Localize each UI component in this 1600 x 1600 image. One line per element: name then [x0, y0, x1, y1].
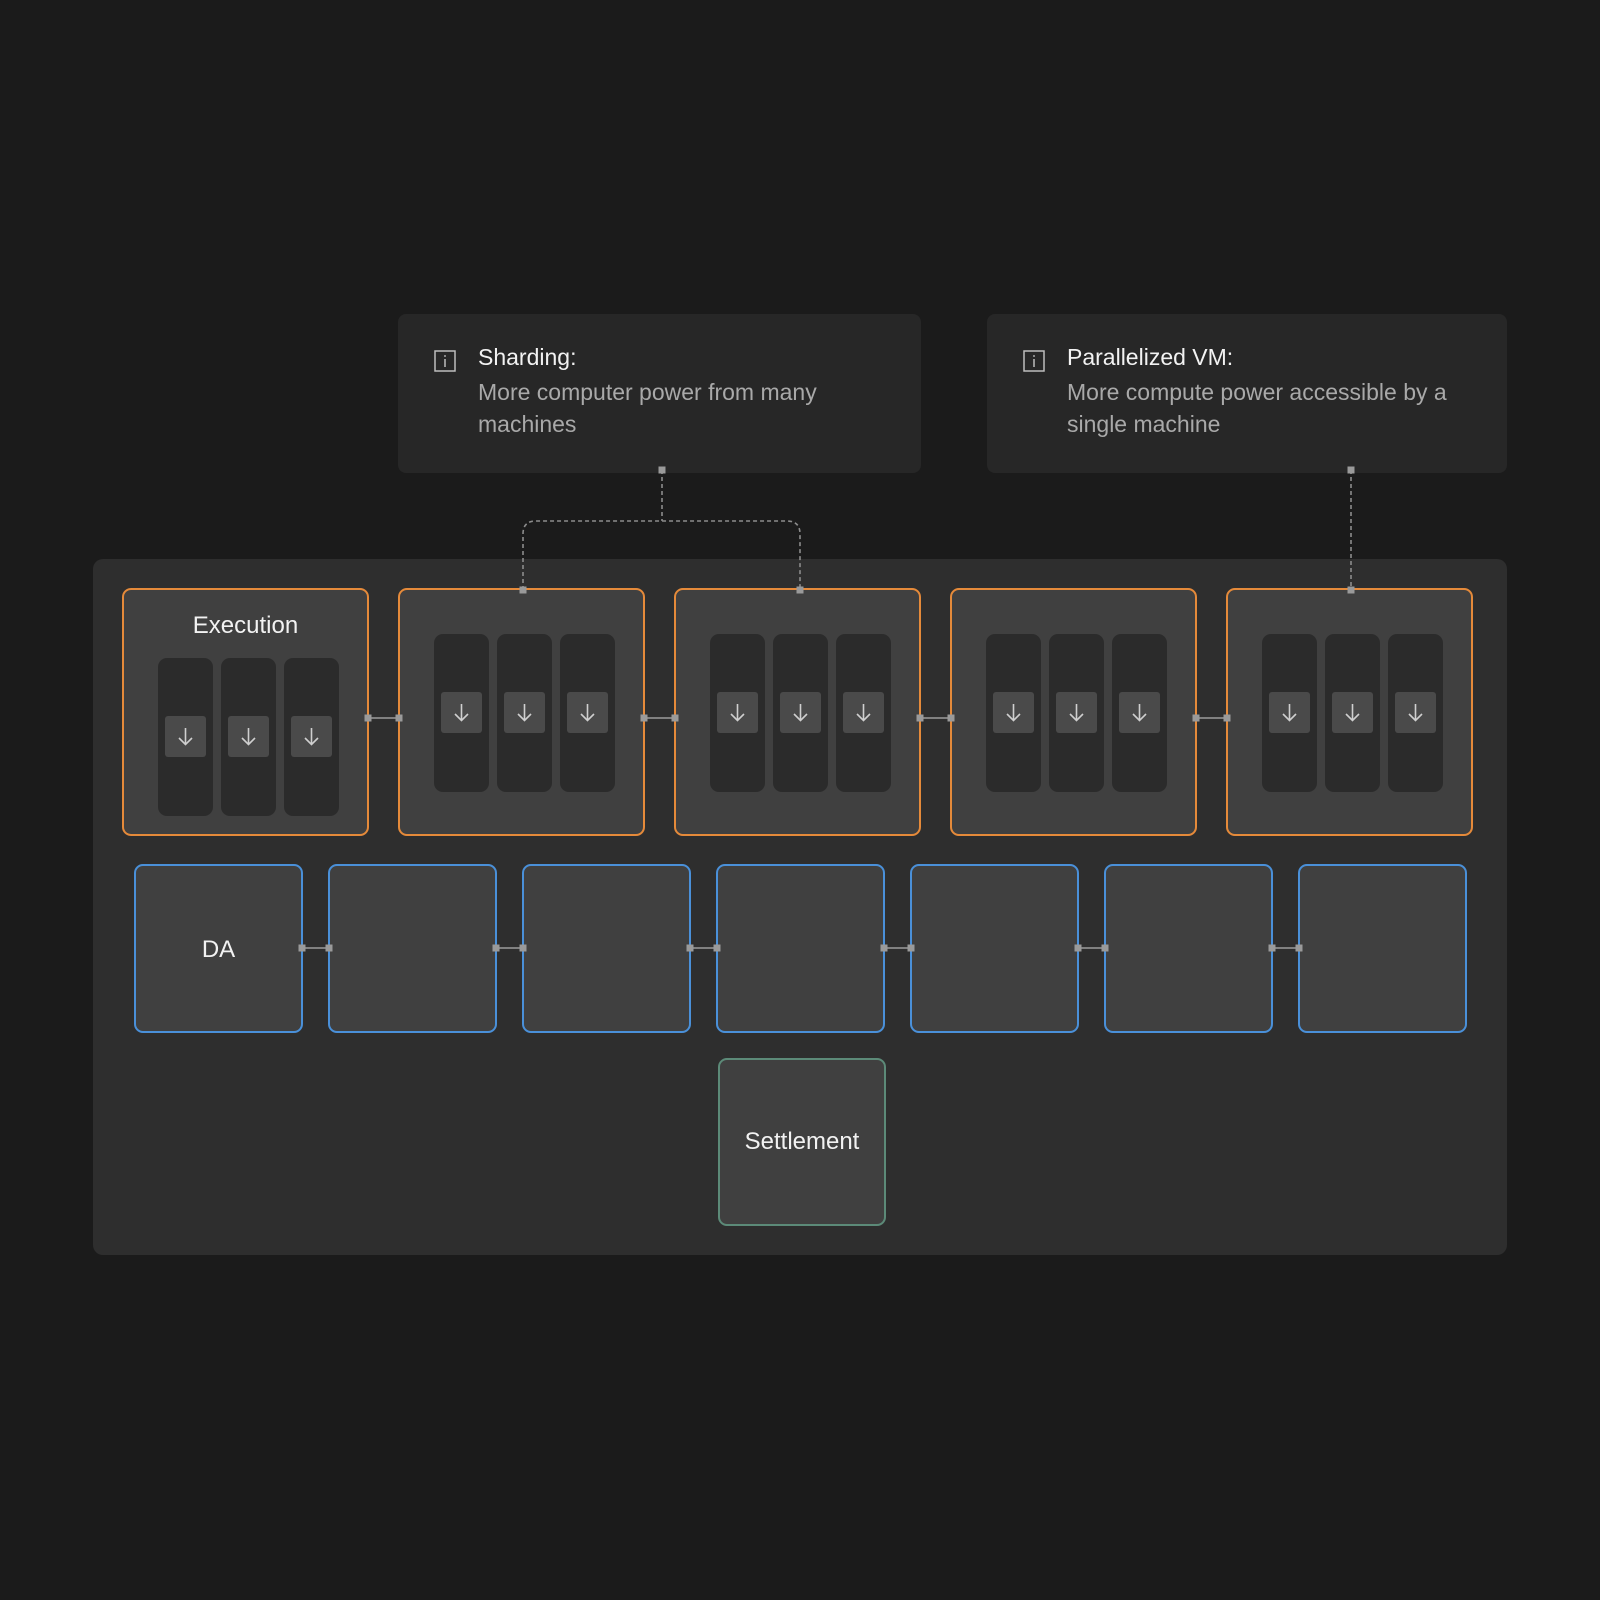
arrow-down-icon: [1006, 704, 1021, 722]
da-block: [1104, 864, 1273, 1033]
sharding-description: More computer power from many machines: [478, 379, 817, 437]
transaction-tile: [1056, 692, 1097, 733]
arrow-down-icon: [793, 704, 808, 722]
transaction-tile: [1269, 692, 1310, 733]
parallel-vm-callout: Parallelized VM: More compute power acce…: [987, 314, 1507, 473]
da-label: DA: [201, 936, 236, 963]
execution-lane: [1325, 634, 1380, 792]
execution-lane: [1388, 634, 1443, 792]
arrow-down-icon: [856, 704, 871, 722]
execution-lane: [497, 634, 552, 792]
transaction-tile: [993, 692, 1034, 733]
transaction-tile: [441, 692, 482, 733]
arrow-down-icon: [241, 728, 256, 746]
transaction-tile: [1395, 692, 1436, 733]
execution-lane: [560, 634, 615, 792]
execution-lane: [773, 634, 828, 792]
settlement-block: Settlement: [718, 1058, 886, 1226]
arrow-down-icon: [730, 704, 745, 722]
sharding-callout: Sharding: More computer power from many …: [398, 314, 921, 473]
transaction-tile: [165, 716, 206, 757]
transaction-tile: [843, 692, 884, 733]
execution-lane: [1262, 634, 1317, 792]
execution-lane: [284, 658, 339, 816]
da-block: [716, 864, 885, 1033]
arrow-down-icon: [1132, 704, 1147, 722]
transaction-tile: [504, 692, 545, 733]
arrow-down-icon: [178, 728, 193, 746]
arrow-down-icon: [1345, 704, 1360, 722]
arrow-down-icon: [580, 704, 595, 722]
execution-lane: [221, 658, 276, 816]
arrow-down-icon: [1069, 704, 1084, 722]
execution-lane: [1112, 634, 1167, 792]
parallel-vm-description: More compute power accessible by a singl…: [1067, 379, 1447, 437]
execution-label: Execution: [192, 612, 299, 639]
execution-lane: [710, 634, 765, 792]
execution-block: [674, 588, 921, 836]
transaction-tile: [780, 692, 821, 733]
execution-lane: [434, 634, 489, 792]
transaction-tile: [228, 716, 269, 757]
transaction-tile: [1332, 692, 1373, 733]
execution-block: [950, 588, 1197, 836]
da-block: [328, 864, 497, 1033]
execution-lane: [986, 634, 1041, 792]
arrow-down-icon: [1408, 704, 1423, 722]
transaction-tile: [717, 692, 758, 733]
arrow-down-icon: [517, 704, 532, 722]
transaction-tile: [567, 692, 608, 733]
arrow-down-icon: [1282, 704, 1297, 722]
execution-block: [398, 588, 645, 836]
execution-lane: [836, 634, 891, 792]
arrow-down-icon: [454, 704, 469, 722]
sharding-title: Sharding:: [478, 344, 577, 370]
execution-lane: [158, 658, 213, 816]
transaction-tile: [291, 716, 332, 757]
execution-block: Execution: [122, 588, 369, 836]
parallel-vm-title: Parallelized VM:: [1067, 344, 1234, 370]
execution-block: [1226, 588, 1473, 836]
execution-lane: [1049, 634, 1104, 792]
da-block: DA: [134, 864, 303, 1033]
settlement-label: Settlement: [744, 1128, 860, 1155]
info-icon: [1023, 350, 1045, 372]
da-block: [522, 864, 691, 1033]
arrow-down-icon: [304, 728, 319, 746]
transaction-tile: [1119, 692, 1160, 733]
da-block: [1298, 864, 1467, 1033]
da-block: [910, 864, 1079, 1033]
info-icon: [434, 350, 456, 372]
